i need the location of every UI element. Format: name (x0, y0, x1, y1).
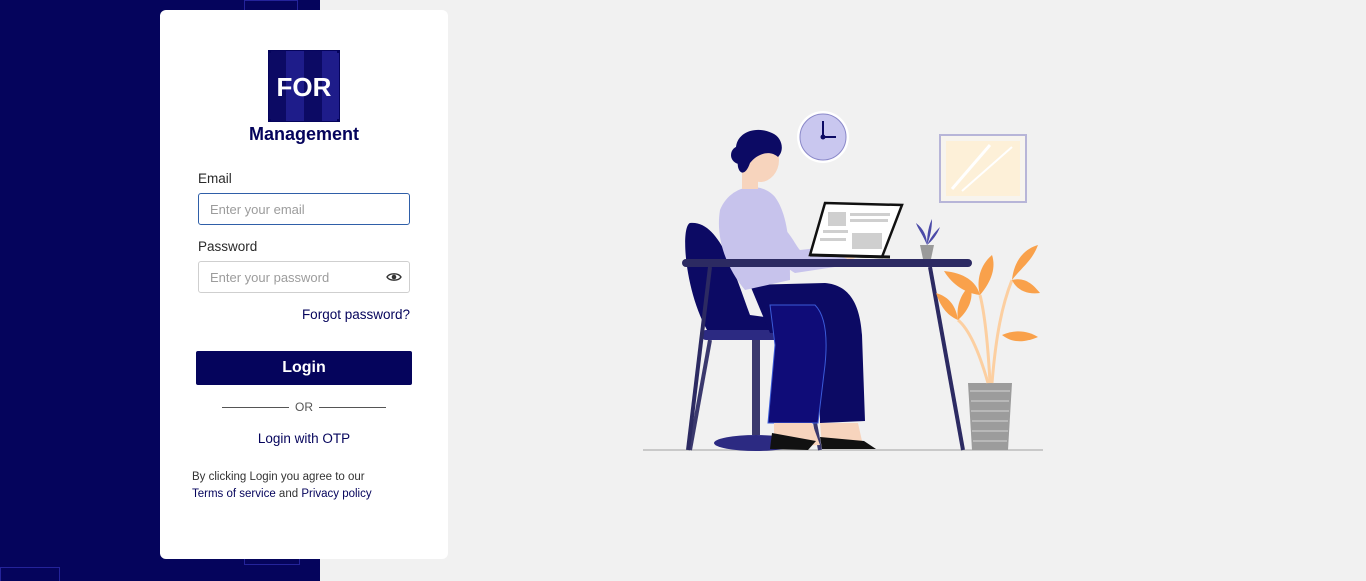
terms-notice: By clicking Login you agree to our Terms… (192, 469, 422, 503)
forgot-password-link[interactable]: Forgot password? (302, 307, 410, 322)
email-input[interactable] (198, 193, 410, 225)
terms-prefix: By clicking Login you agree to our (192, 471, 365, 483)
or-text: OR (295, 400, 313, 414)
workspace-illustration (643, 111, 1043, 451)
login-button[interactable]: Login (196, 351, 412, 385)
floor-plant (936, 245, 1040, 450)
password-label: Password (198, 239, 258, 254)
email-label: Email (198, 171, 232, 186)
divider-line (222, 406, 289, 408)
terms-of-service-link[interactable]: Terms of service (192, 488, 276, 500)
small-plant (916, 219, 940, 259)
terms-and: and (278, 488, 299, 500)
eye-icon[interactable] (386, 269, 402, 285)
decorative-frame (0, 567, 60, 581)
or-divider: OR (222, 399, 386, 415)
divider-line (319, 406, 386, 408)
picture-frame (939, 134, 1027, 203)
logo-text: FOR (277, 72, 332, 102)
clock-icon (797, 111, 849, 163)
login-with-otp-link[interactable]: Login with OTP (160, 431, 448, 446)
password-input[interactable] (198, 261, 410, 293)
person (718, 129, 876, 450)
privacy-policy-link[interactable]: Privacy policy (301, 488, 371, 500)
for-logo: FOR (268, 50, 340, 122)
login-card: FOR Management Email Password Forgot pas… (160, 10, 448, 559)
laptop (808, 201, 904, 259)
brand-name: Management (248, 124, 360, 144)
